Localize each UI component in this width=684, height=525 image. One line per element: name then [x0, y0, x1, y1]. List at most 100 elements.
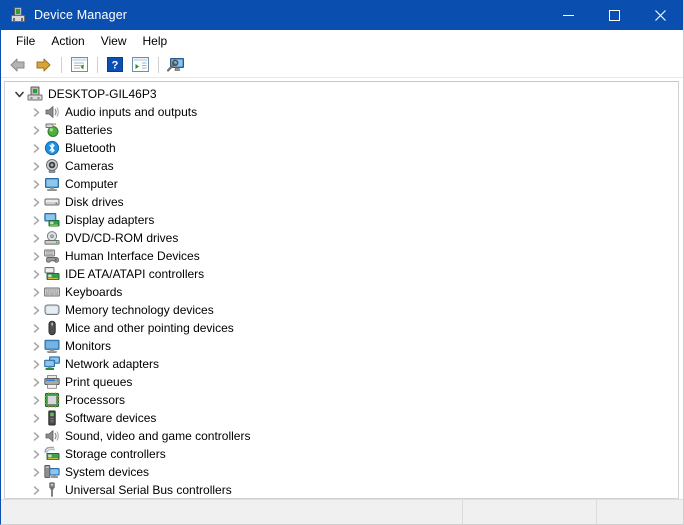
tree-item-label: Print queues	[65, 375, 133, 389]
chevron-right-icon[interactable]	[28, 319, 44, 337]
status-panel-1	[1, 500, 463, 524]
window-title: Device Manager	[34, 8, 128, 22]
maximize-button[interactable]	[591, 0, 637, 30]
chevron-right-icon[interactable]	[28, 283, 44, 301]
tree-item-storage-controllers[interactable]: Storage controllers	[5, 445, 678, 463]
tree-item-disk-drives[interactable]: Disk drives	[5, 193, 678, 211]
title-bar: Device Manager	[1, 0, 683, 30]
tree-item-monitors[interactable]: Monitors	[5, 337, 678, 355]
tree-item-label: Software devices	[65, 411, 157, 425]
scan-for-hardware-changes-button[interactable]	[164, 54, 188, 76]
minimize-button[interactable]	[545, 0, 591, 30]
back-button[interactable]	[6, 54, 30, 76]
tree-item-label: Mice and other pointing devices	[65, 321, 234, 335]
software-device-icon	[44, 410, 60, 426]
chevron-right-icon[interactable]	[28, 391, 44, 409]
tree-item-memory-technology-devices[interactable]: Memory technology devices	[5, 301, 678, 319]
tree-item-human-interface-devices[interactable]: Human Interface Devices	[5, 247, 678, 265]
tree-item-audio-inputs-and-outputs[interactable]: Audio inputs and outputs	[5, 103, 678, 121]
tree-item-universal-serial-bus-controllers[interactable]: Universal Serial Bus controllers	[5, 481, 678, 498]
chevron-right-icon[interactable]	[28, 409, 44, 427]
chevron-right-icon[interactable]	[28, 139, 44, 157]
chevron-right-icon[interactable]	[28, 247, 44, 265]
chevron-right-icon[interactable]	[28, 427, 44, 445]
hid-gamepad-icon	[44, 248, 60, 264]
chevron-right-icon[interactable]	[28, 175, 44, 193]
toolbar-separator-2	[97, 56, 98, 73]
tree-item-computer[interactable]: Computer	[5, 175, 678, 193]
chevron-right-icon[interactable]	[28, 445, 44, 463]
tree-item-label: Sound, video and game controllers	[65, 429, 251, 443]
tree-item-dvd-cd-rom-drives[interactable]: DVD/CD-ROM drives	[5, 229, 678, 247]
tree-item-label: Universal Serial Bus controllers	[65, 483, 232, 497]
tree-item-mice-and-other-pointing-devices[interactable]: Mice and other pointing devices	[5, 319, 678, 337]
device-manager-icon	[10, 7, 26, 23]
mouse-icon	[44, 320, 60, 336]
tree-item-label: DVD/CD-ROM drives	[65, 231, 179, 245]
toolbar-separator-3	[158, 56, 159, 73]
menu-item-action[interactable]: Action	[43, 32, 92, 50]
status-panel-2	[463, 500, 597, 524]
chevron-down-icon[interactable]	[11, 85, 27, 103]
optical-drive-icon	[44, 230, 60, 246]
tree-item-label: Batteries	[65, 123, 113, 137]
tree-item-label: Computer	[65, 177, 118, 191]
tree-item-keyboards[interactable]: Keyboards	[5, 283, 678, 301]
close-button[interactable]	[637, 0, 683, 30]
chevron-right-icon[interactable]	[28, 463, 44, 481]
tree-item-cameras[interactable]: Cameras	[5, 157, 678, 175]
system-device-icon	[44, 464, 60, 480]
status-bar	[1, 499, 683, 524]
chevron-right-icon[interactable]	[28, 355, 44, 373]
tree-root-node[interactable]: DESKTOP-GIL46P3	[5, 85, 678, 103]
monitor-screen-icon	[44, 338, 60, 354]
menu-item-help[interactable]: Help	[135, 32, 176, 50]
chevron-right-icon[interactable]	[28, 481, 44, 498]
printer-icon	[44, 374, 60, 390]
properties-button[interactable]	[128, 54, 152, 76]
menu-item-file[interactable]: File	[8, 32, 43, 50]
chevron-right-icon[interactable]	[28, 301, 44, 319]
chevron-right-icon[interactable]	[28, 121, 44, 139]
tree-item-label: Processors	[65, 393, 126, 407]
chevron-right-icon[interactable]	[28, 103, 44, 121]
forward-button[interactable]	[31, 54, 55, 76]
chevron-right-icon[interactable]	[28, 157, 44, 175]
tree-item-network-adapters[interactable]: Network adapters	[5, 355, 678, 373]
chevron-right-icon[interactable]	[28, 337, 44, 355]
tree-item-label: Memory technology devices	[65, 303, 214, 317]
device-tree-panel[interactable]: DESKTOP-GIL46P3 Audio inputs and outputs	[4, 81, 679, 499]
tree-item-label: Storage controllers	[65, 447, 166, 461]
menu-item-view[interactable]: View	[93, 32, 135, 50]
battery-icon	[44, 122, 60, 138]
tree-item-label: Network adapters	[65, 357, 160, 371]
toolbar-separator-1	[61, 56, 62, 73]
svg-text:?: ?	[112, 60, 119, 72]
tree-item-label: Disk drives	[65, 195, 124, 209]
tree-item-ide-ata-atapi-controllers[interactable]: IDE ATA/ATAPI controllers	[5, 265, 678, 283]
tree-item-print-queues[interactable]: Print queues	[5, 373, 678, 391]
tree-item-processors[interactable]: Processors	[5, 391, 678, 409]
disk-drive-icon	[44, 194, 60, 210]
computer-node-icon	[27, 86, 43, 102]
sound-speaker-icon	[44, 428, 60, 444]
status-panel-3	[597, 500, 683, 524]
chevron-right-icon[interactable]	[28, 193, 44, 211]
tree-item-display-adapters[interactable]: Display adapters	[5, 211, 678, 229]
toolbar: ?	[1, 52, 683, 78]
help-button[interactable]: ?	[103, 54, 127, 76]
show-hide-console-tree-button[interactable]	[67, 54, 91, 76]
tree-item-batteries[interactable]: Batteries	[5, 121, 678, 139]
tree-item-system-devices[interactable]: System devices	[5, 463, 678, 481]
monitor-icon	[44, 176, 60, 192]
chevron-right-icon[interactable]	[28, 229, 44, 247]
network-adapter-icon	[44, 356, 60, 372]
chevron-right-icon[interactable]	[28, 211, 44, 229]
chevron-right-icon[interactable]	[28, 265, 44, 283]
tree-item-sound-video-and-game-controllers[interactable]: Sound, video and game controllers	[5, 427, 678, 445]
window-controls	[545, 0, 683, 30]
camera-icon	[44, 158, 60, 174]
tree-item-bluetooth[interactable]: Bluetooth	[5, 139, 678, 157]
chevron-right-icon[interactable]	[28, 373, 44, 391]
tree-item-software-devices[interactable]: Software devices	[5, 409, 678, 427]
